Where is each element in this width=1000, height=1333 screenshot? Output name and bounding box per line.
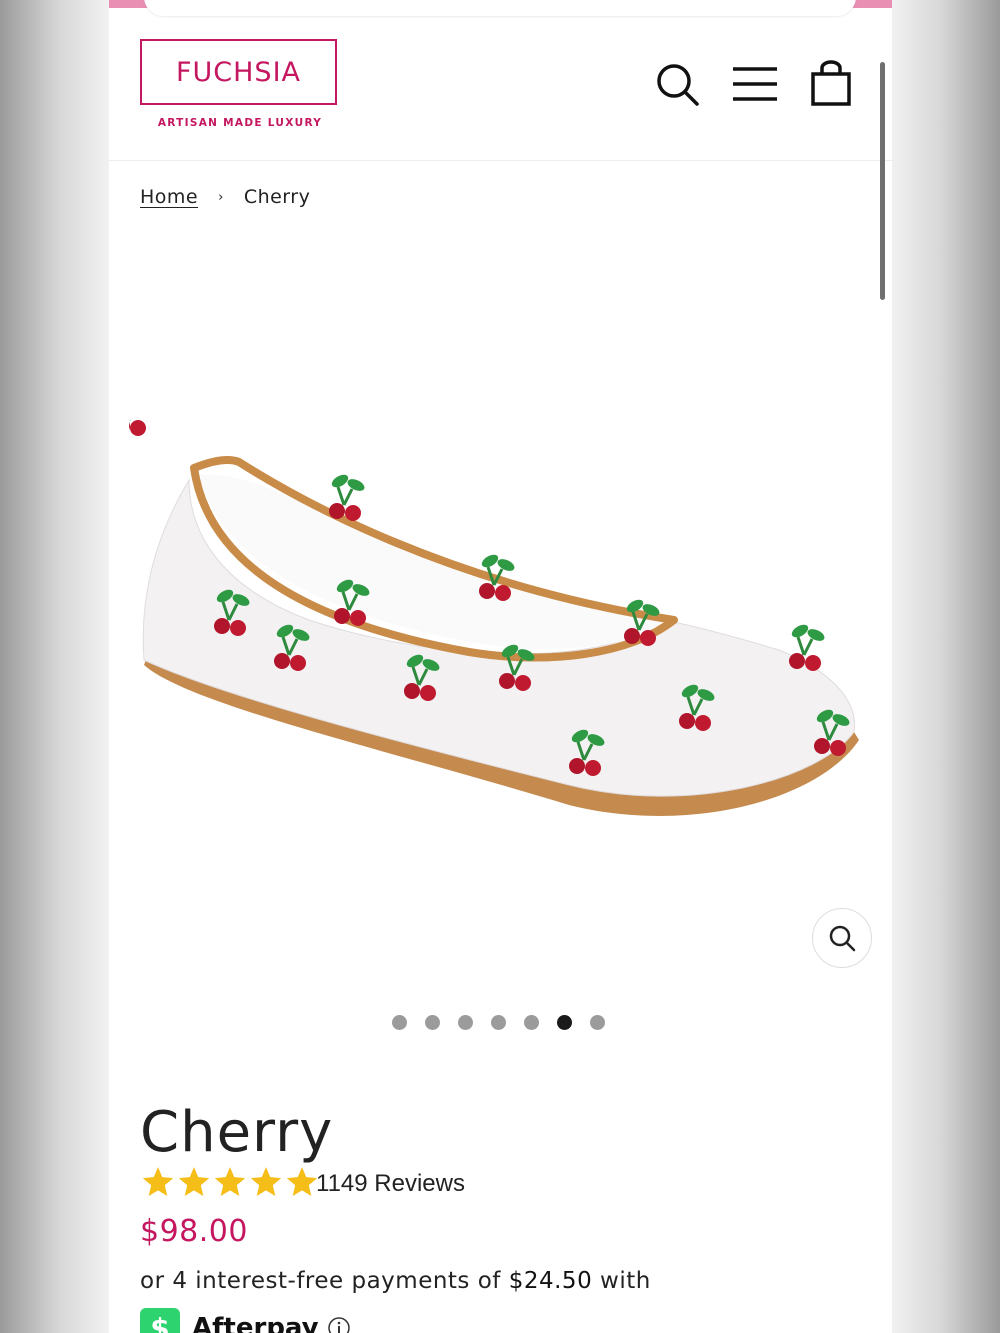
breadcrumb-home-link[interactable]: Home — [140, 186, 198, 208]
star-icon — [214, 1167, 246, 1197]
header-divider — [109, 160, 892, 161]
afterpay-badge[interactable]: $ Afterpay — [140, 1308, 351, 1333]
star-icon — [286, 1167, 318, 1197]
cart-icon[interactable] — [807, 60, 855, 108]
zoom-icon — [829, 925, 856, 952]
installments-prefix: or 4 interest-free payments of — [140, 1268, 509, 1294]
search-icon[interactable] — [653, 60, 701, 108]
gallery-dot[interactable] — [392, 1015, 407, 1030]
star-icon — [142, 1167, 174, 1197]
product-price: $98.00 — [140, 1214, 248, 1249]
gallery-dot[interactable] — [524, 1015, 539, 1030]
product-image[interactable] — [129, 420, 869, 860]
gallery-dot[interactable] — [590, 1015, 605, 1030]
product-page: FUCHSIA ARTISAN MADE LUXURY Home › Cherr… — [109, 0, 892, 1333]
rating-stars — [140, 1165, 320, 1203]
breadcrumb-separator: › — [218, 189, 224, 205]
gallery-dot[interactable] — [425, 1015, 440, 1030]
gallery-dot[interactable] — [491, 1015, 506, 1030]
zoom-button[interactable] — [812, 908, 872, 968]
product-title: Cherry — [140, 1100, 334, 1165]
info-icon[interactable] — [327, 1316, 351, 1333]
gallery-dot[interactable] — [557, 1015, 572, 1030]
browser-url-pill — [144, 0, 856, 16]
brand-tagline: ARTISAN MADE LUXURY — [157, 117, 323, 129]
afterpay-label: Afterpay — [192, 1313, 319, 1333]
star-icon — [250, 1167, 282, 1197]
menu-icon[interactable] — [731, 60, 779, 108]
installments-suffix: with — [592, 1268, 651, 1294]
reviews-count[interactable]: 1149 Reviews — [316, 1170, 465, 1198]
scrollbar[interactable] — [880, 62, 885, 300]
breadcrumb: Home › Cherry — [140, 186, 310, 208]
brand-name: FUCHSIA — [175, 56, 302, 88]
afterpay-icon: $ — [140, 1308, 180, 1333]
breadcrumb-current: Cherry — [243, 186, 311, 208]
gallery-pagination — [392, 1015, 605, 1030]
installment-amount: $24.50 — [508, 1268, 593, 1294]
brand-logo[interactable]: FUCHSIA — [140, 39, 337, 105]
installments-text: or 4 interest-free payments of $24.50 wi… — [140, 1268, 651, 1294]
star-icon — [178, 1167, 210, 1197]
product-rating[interactable]: 1149 Reviews — [140, 1165, 465, 1203]
gallery-dot[interactable] — [458, 1015, 473, 1030]
